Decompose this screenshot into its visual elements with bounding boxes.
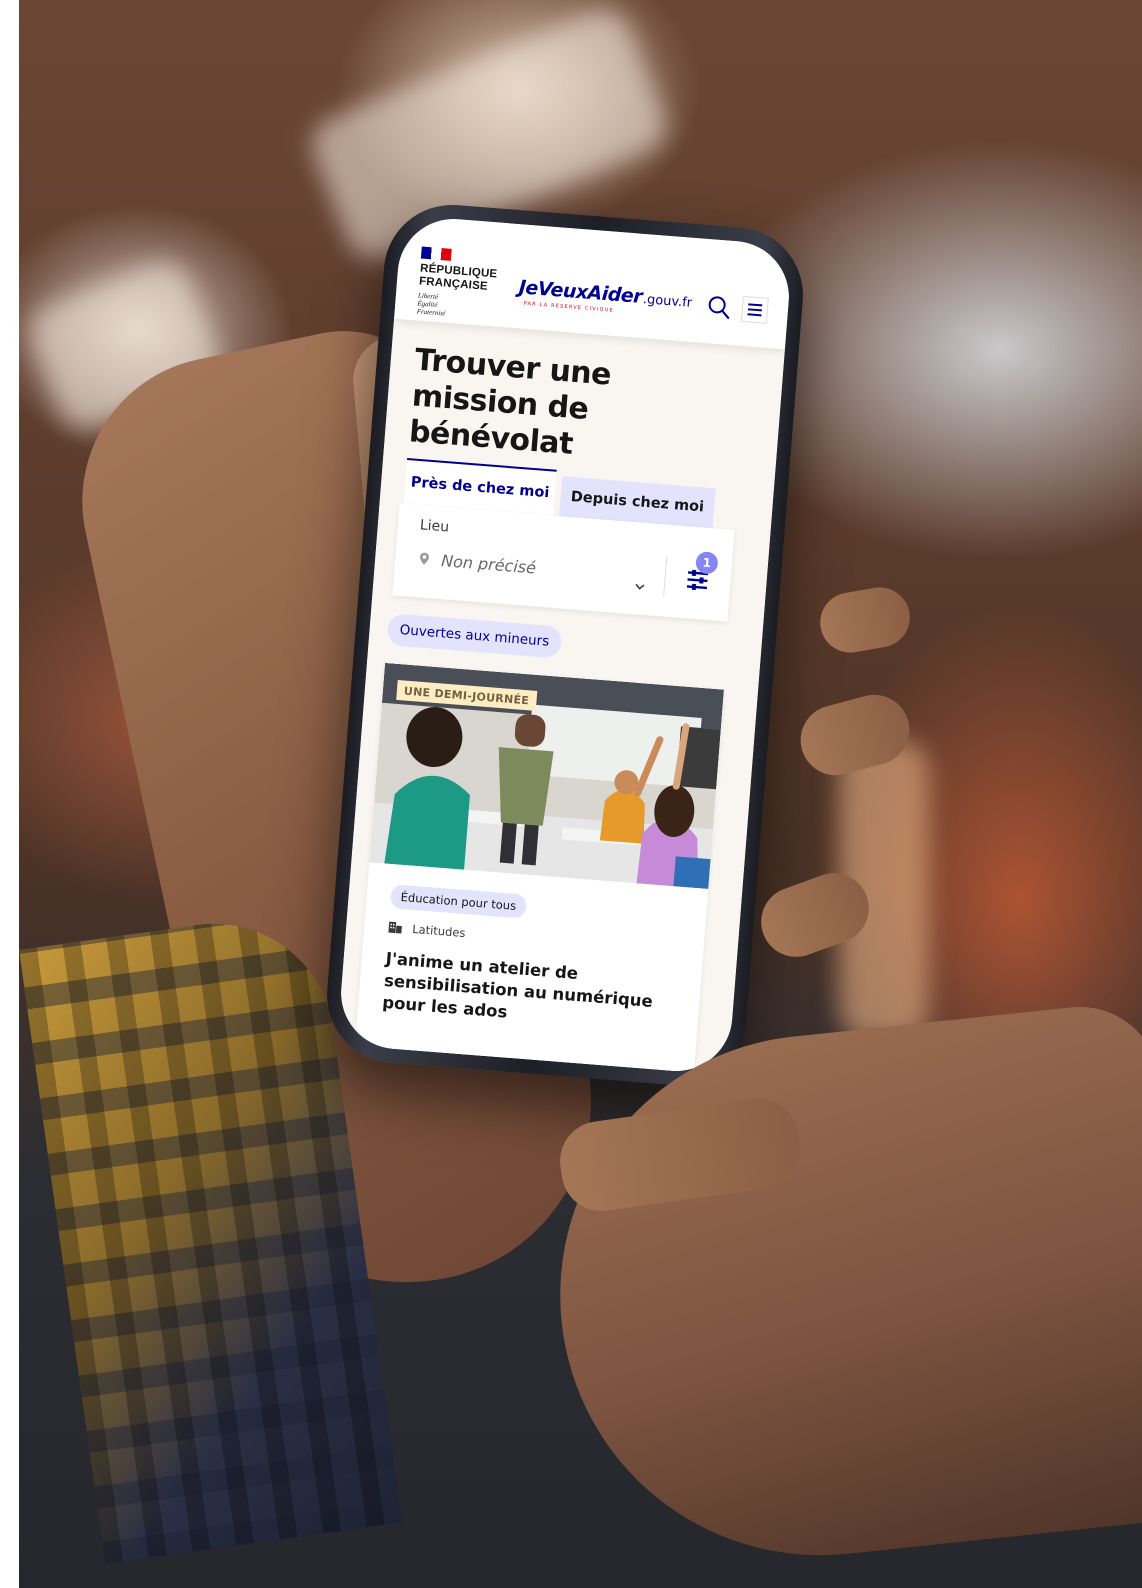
location-label: Lieu <box>419 517 450 536</box>
page-title: Trouver une mission de bénévolat <box>407 342 613 462</box>
republic-motto: Liberté Égalité Fraternité <box>416 291 446 318</box>
image-border <box>0 0 19 1588</box>
chevron-down-icon <box>635 583 645 590</box>
organization: Latitudes <box>388 920 466 940</box>
republic-name: RÉPUBLIQUE FRANÇAISE <box>418 262 498 293</box>
location-select[interactable]: Non précisé <box>416 543 658 592</box>
phone-screen: RÉPUBLIQUE FRANÇAISE Liberté Égalité Fra… <box>336 214 794 1076</box>
map-pin-icon <box>419 552 429 565</box>
category-tag: Éducation pour tous <box>389 884 528 919</box>
search-button[interactable] <box>705 293 733 321</box>
marianne-flag-icon <box>420 246 452 261</box>
menu-button[interactable] <box>740 295 769 324</box>
republique-francaise-logo: RÉPUBLIQUE FRANÇAISE Liberté Égalité Fra… <box>416 246 511 322</box>
search-icon <box>708 296 730 319</box>
main-content: Trouver une mission de bénévolat Près de… <box>336 318 785 1076</box>
photo-scene: RÉPUBLIQUE FRANÇAISE Liberté Égalité Fra… <box>0 0 1142 1588</box>
divider <box>663 556 668 597</box>
mission-title[interactable]: J'anime un atelier de sensibilisation au… <box>382 948 666 1036</box>
mission-image: UNE DEMI-JOURNÉE <box>369 662 724 889</box>
building-icon <box>388 921 402 934</box>
smartphone: RÉPUBLIQUE FRANÇAISE Liberté Égalité Fra… <box>321 199 809 1091</box>
filter-chip-minors[interactable]: Ouvertes aux mineurs <box>386 613 563 659</box>
menu-icon <box>747 303 763 317</box>
site-logo[interactable]: JeVeuxAider.gouv.fr PAR LA RÉSERVE CIVIQ… <box>518 276 693 313</box>
brand-domain: .gouv.fr <box>642 292 693 311</box>
mission-card[interactable]: UNE DEMI-JOURNÉE Éducation pour tous Lat <box>352 662 724 1076</box>
location-value: Non précisé <box>440 550 537 577</box>
organization-name: Latitudes <box>411 921 466 941</box>
